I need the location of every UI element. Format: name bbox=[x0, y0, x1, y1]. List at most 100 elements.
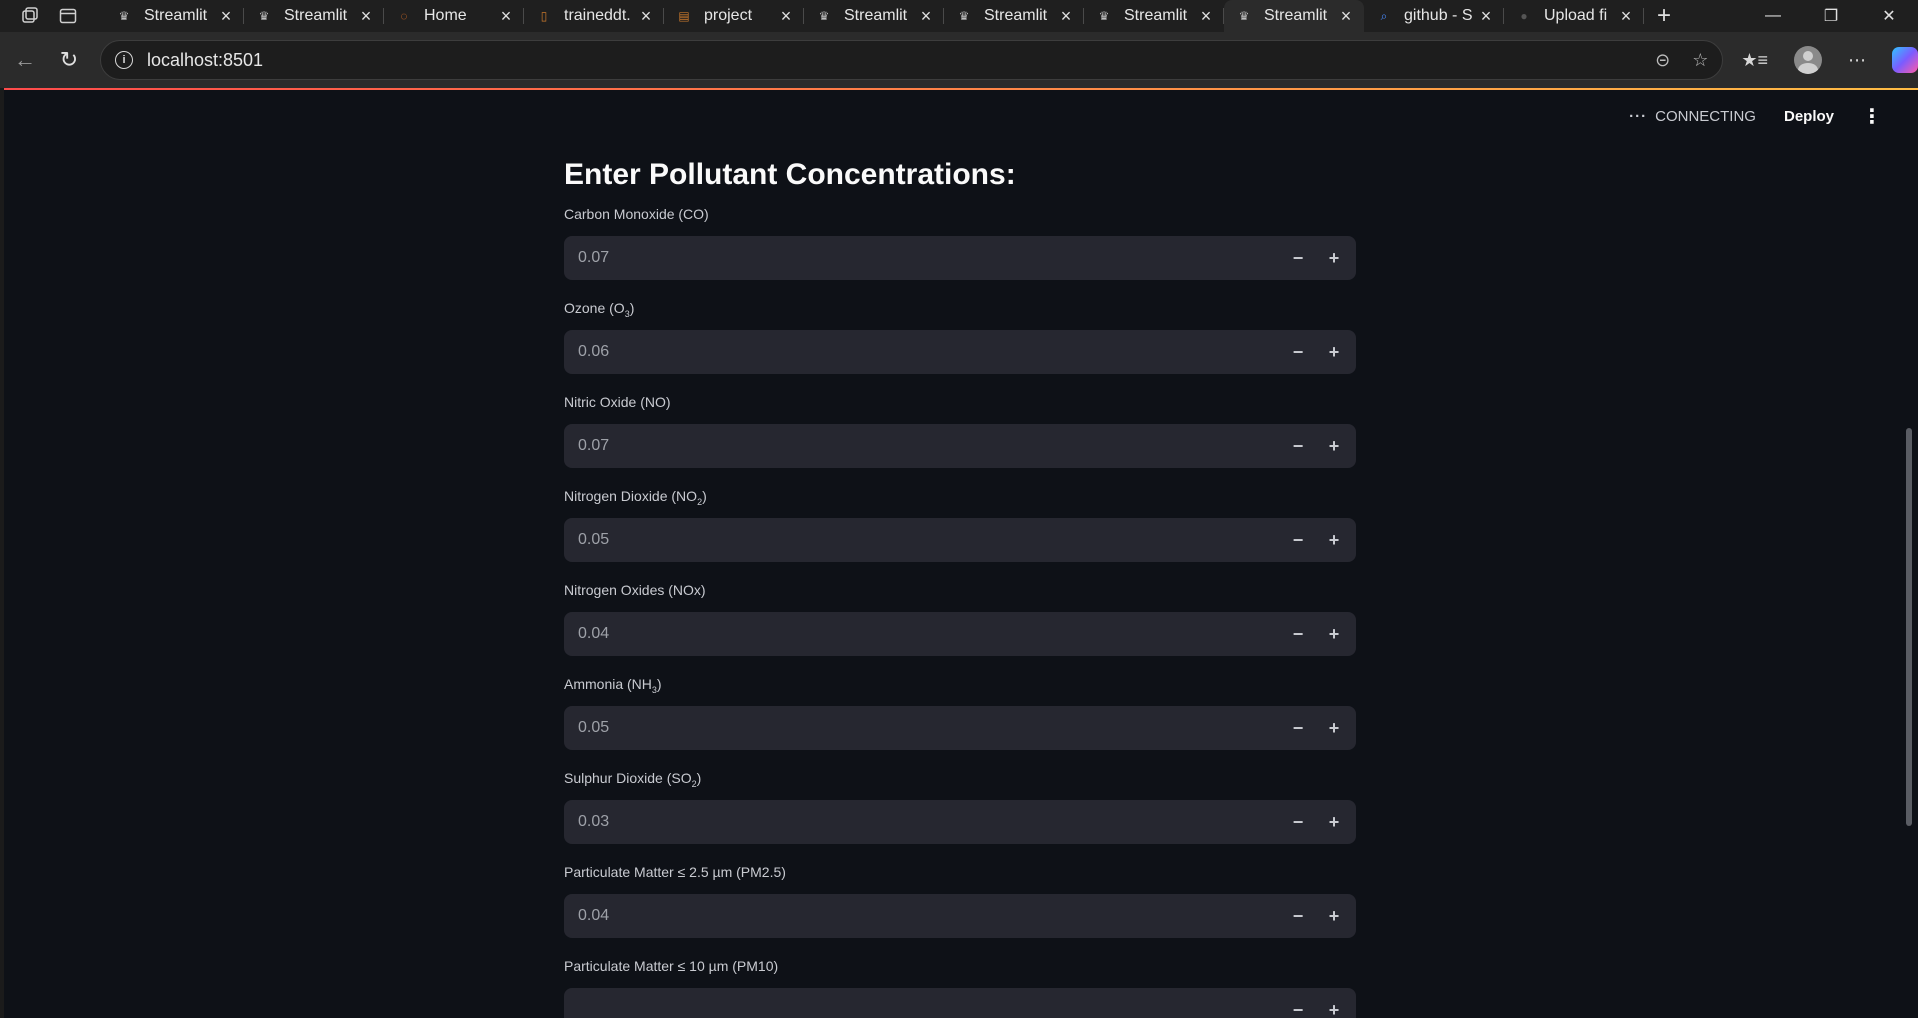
close-tab-icon[interactable]: × bbox=[356, 6, 376, 27]
field-label: Particulate Matter ≤ 2.5 µm (PM2.5) bbox=[564, 860, 1356, 886]
decrement-button[interactable]: − bbox=[1280, 518, 1316, 562]
decrement-button[interactable]: − bbox=[1280, 612, 1316, 656]
streamlit-crown-icon: ♛ bbox=[958, 9, 970, 23]
close-tab-icon[interactable]: × bbox=[1616, 6, 1636, 27]
site-info-icon[interactable]: i bbox=[114, 51, 133, 69]
increment-button[interactable]: + bbox=[1316, 424, 1352, 468]
profile-avatar-icon[interactable] bbox=[1794, 46, 1822, 74]
close-tab-icon[interactable]: × bbox=[1196, 6, 1216, 27]
decrement-button[interactable]: − bbox=[1280, 424, 1316, 468]
number-input-field: Particulate Matter ≤ 2.5 µm (PM2.5) 0.04−… bbox=[564, 860, 1356, 938]
number-input-field: Particulate Matter ≤ 10 µm (PM10) − + bbox=[564, 954, 1356, 1018]
tab-title: Streamlit bbox=[284, 7, 348, 24]
back-button[interactable]: ← bbox=[6, 41, 44, 79]
browser-tab[interactable]: ▯ traineddt. × bbox=[524, 0, 664, 32]
number-input-value[interactable]: 0.04 bbox=[564, 625, 1280, 643]
close-tab-icon[interactable]: × bbox=[216, 6, 236, 27]
number-input-value[interactable]: 0.05 bbox=[564, 719, 1280, 737]
close-tab-icon[interactable]: × bbox=[916, 6, 936, 27]
number-input[interactable]: − + bbox=[564, 988, 1356, 1018]
new-tab-button[interactable]: + bbox=[1644, 0, 1684, 32]
number-input[interactable]: 0.03− + bbox=[564, 800, 1356, 844]
field-label-suffix: ) bbox=[629, 300, 635, 316]
close-tab-icon[interactable]: × bbox=[776, 6, 796, 27]
number-input-value[interactable]: 0.04 bbox=[564, 907, 1280, 925]
number-input-value[interactable]: 0.05 bbox=[564, 531, 1280, 549]
field-label: Carbon Monoxide (CO) bbox=[564, 202, 1356, 228]
increment-button[interactable]: + bbox=[1316, 612, 1352, 656]
increment-button[interactable]: + bbox=[1316, 706, 1352, 750]
more-menu-icon[interactable]: ⋯ bbox=[1848, 50, 1866, 71]
browser-toolbar: ← ↻ i localhost:8501 ⊝ ☆ ★≡ ⋯ bbox=[0, 32, 1918, 88]
increment-button[interactable]: + bbox=[1316, 330, 1352, 374]
favorite-star-icon[interactable]: ☆ bbox=[1692, 50, 1708, 71]
deploy-button[interactable]: Deploy bbox=[1784, 108, 1834, 125]
number-input[interactable]: 0.05− + bbox=[564, 706, 1356, 750]
number-input-value[interactable]: 0.03 bbox=[564, 813, 1280, 831]
number-input[interactable]: 0.04− + bbox=[564, 894, 1356, 938]
number-input-field: Carbon Monoxide (CO) 0.07− + bbox=[564, 202, 1356, 280]
decrement-button[interactable]: − bbox=[1280, 236, 1316, 280]
workspaces-icon[interactable] bbox=[20, 6, 40, 26]
tab-actions-icon[interactable] bbox=[58, 6, 78, 26]
tab-title: Streamlit bbox=[1264, 7, 1328, 24]
browser-tab[interactable]: ● Upload fi × bbox=[1504, 0, 1644, 32]
restore-button[interactable]: ❐ bbox=[1802, 0, 1860, 32]
number-input-value[interactable]: 0.06 bbox=[564, 343, 1280, 361]
decrement-button[interactable]: − bbox=[1280, 894, 1316, 938]
field-label: Nitrogen Dioxide (NO2) bbox=[564, 484, 1356, 510]
close-tab-icon[interactable]: × bbox=[636, 6, 656, 27]
decrement-button[interactable]: − bbox=[1280, 706, 1316, 750]
close-window-button[interactable]: ✕ bbox=[1860, 0, 1918, 32]
streamlit-app: ··· CONNECTING Deploy ⋮ Enter Pollutant … bbox=[0, 88, 1918, 1018]
field-label-text: Nitrogen Dioxide (NO bbox=[564, 488, 698, 504]
browser-tab[interactable]: ♛ Streamlit × bbox=[944, 0, 1084, 32]
reload-button[interactable]: ↻ bbox=[50, 41, 88, 79]
number-input[interactable]: 0.06− + bbox=[564, 330, 1356, 374]
address-bar[interactable]: i localhost:8501 ⊝ ☆ bbox=[99, 40, 1724, 80]
favorites-icon[interactable]: ★≡ bbox=[1741, 50, 1768, 71]
browser-tab[interactable]: ♛ Streamlit × bbox=[104, 0, 244, 32]
browser-tab[interactable]: ♛ Streamlit × bbox=[804, 0, 944, 32]
number-input-value[interactable]: 0.07 bbox=[564, 437, 1280, 455]
field-label-text: Ammonia (NH bbox=[564, 676, 652, 692]
increment-button[interactable]: + bbox=[1316, 894, 1352, 938]
close-tab-icon[interactable]: × bbox=[1056, 6, 1076, 27]
number-input[interactable]: 0.04− + bbox=[564, 612, 1356, 656]
browser-tab[interactable]: ◌ Home × bbox=[384, 0, 524, 32]
number-input[interactable]: 0.07− + bbox=[564, 424, 1356, 468]
number-input-value[interactable]: 0.07 bbox=[564, 249, 1280, 267]
file-icon: ▯ bbox=[540, 9, 548, 23]
app-header: ··· CONNECTING Deploy ⋮ bbox=[1629, 104, 1882, 129]
number-input-field: Nitrogen Oxides (NOx) 0.04− + bbox=[564, 578, 1356, 656]
browser-tab[interactable]: ♛ Streamlit × bbox=[1084, 0, 1224, 32]
tab-title: traineddt. bbox=[564, 7, 631, 24]
number-input-field: Ammonia (NH3) 0.05− + bbox=[564, 672, 1356, 750]
browser-tab[interactable]: ▤ project × bbox=[664, 0, 804, 32]
decrement-button[interactable]: − bbox=[1280, 800, 1316, 844]
increment-button[interactable]: + bbox=[1316, 518, 1352, 562]
increment-button[interactable]: + bbox=[1316, 800, 1352, 844]
close-tab-icon[interactable]: × bbox=[496, 6, 516, 27]
zoom-icon[interactable]: ⊝ bbox=[1655, 50, 1670, 71]
increment-button[interactable]: + bbox=[1316, 236, 1352, 280]
page-scrollbar[interactable] bbox=[1906, 428, 1912, 826]
url-text[interactable]: localhost:8501 bbox=[147, 50, 1633, 71]
main-menu-icon[interactable]: ⋮ bbox=[1862, 104, 1882, 129]
increment-button[interactable]: + bbox=[1316, 988, 1352, 1018]
minimize-button[interactable]: — bbox=[1744, 0, 1802, 32]
copilot-icon[interactable] bbox=[1892, 47, 1918, 73]
browser-tab[interactable]: ⌕ github - S × bbox=[1364, 0, 1504, 32]
decrement-button[interactable]: − bbox=[1280, 330, 1316, 374]
number-input[interactable]: 0.07− + bbox=[564, 236, 1356, 280]
close-tab-icon[interactable]: × bbox=[1476, 6, 1496, 27]
tab-title: Streamlit bbox=[144, 7, 208, 24]
decrement-button[interactable]: − bbox=[1280, 988, 1316, 1018]
field-label-suffix: ) bbox=[696, 770, 702, 786]
browser-tab[interactable]: ♛ Streamlit × bbox=[1224, 0, 1364, 32]
close-tab-icon[interactable]: × bbox=[1336, 6, 1356, 27]
number-input-field: Sulphur Dioxide (SO2) 0.03− + bbox=[564, 766, 1356, 844]
browser-tab[interactable]: ♛ Streamlit × bbox=[244, 0, 384, 32]
field-label: Ozone (O3) bbox=[564, 296, 1356, 322]
number-input[interactable]: 0.05− + bbox=[564, 518, 1356, 562]
